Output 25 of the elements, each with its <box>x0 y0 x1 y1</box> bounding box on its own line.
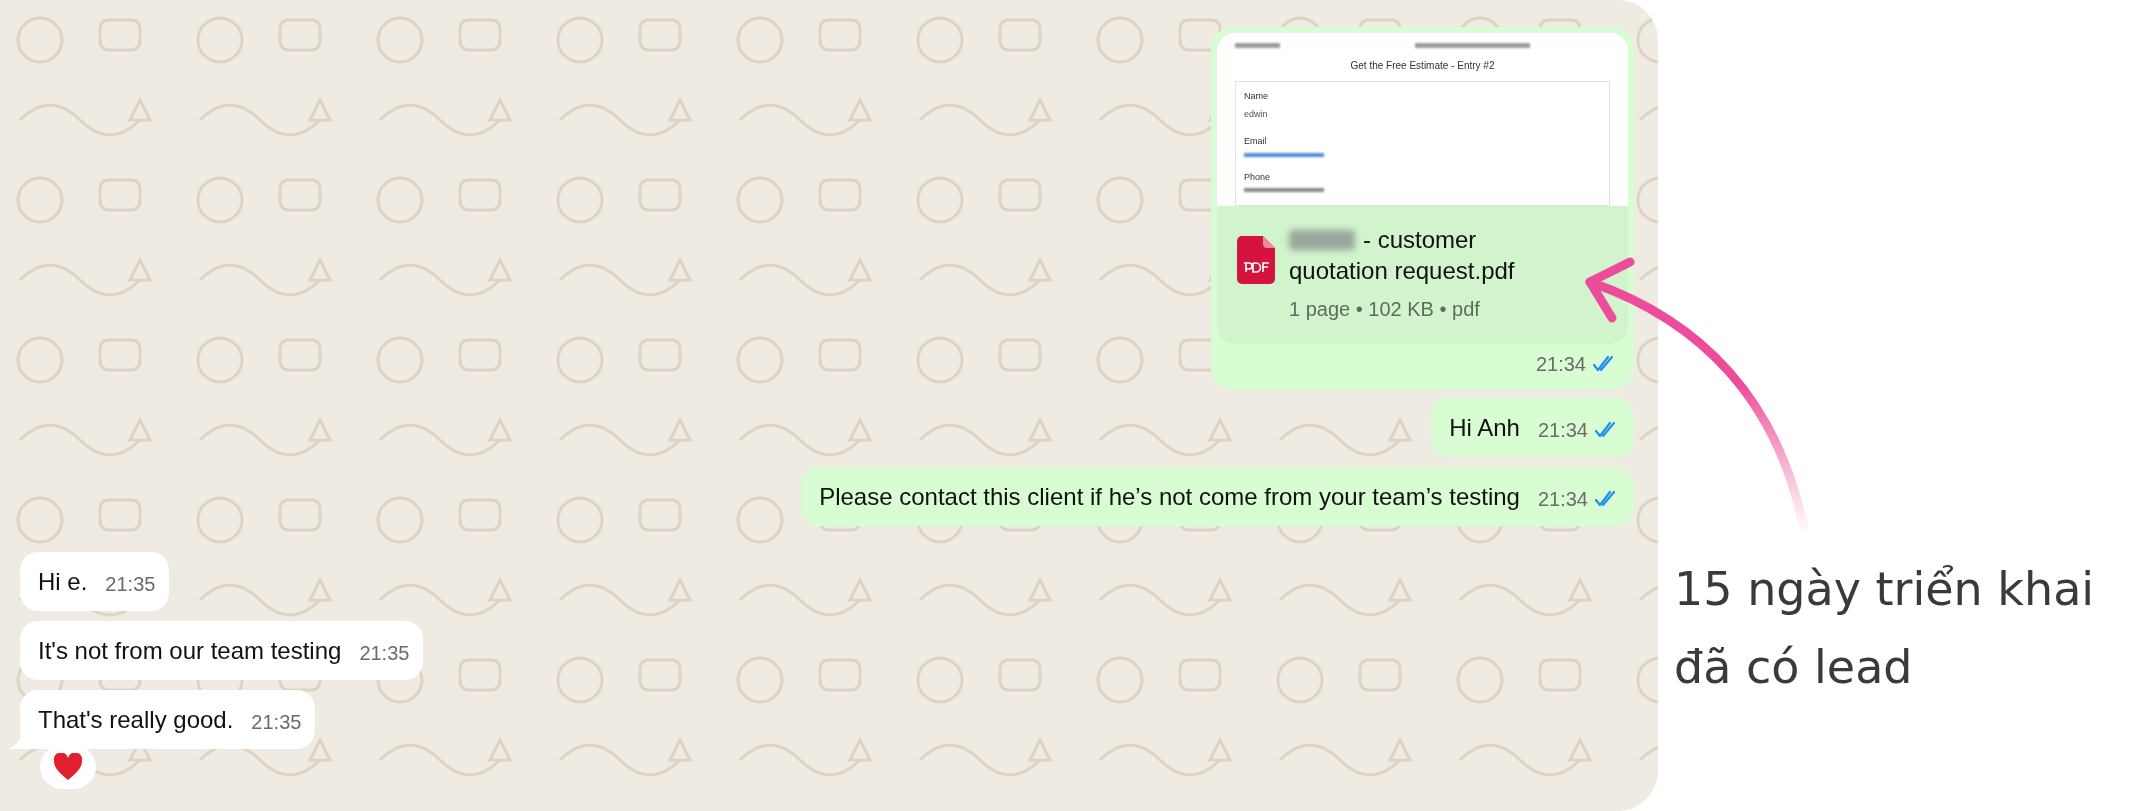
message-text: Please contact this client if he’s not come from your team’s testing <box>819 482 1520 512</box>
preview-title: Get the Free Estimate - Entry #2 <box>1349 59 1496 73</box>
message-text: That's really good. <box>38 705 234 735</box>
file-name: - customer <box>1363 225 1477 255</box>
annotation-text: 15 ngày triển khai <box>1674 561 2095 618</box>
message-text: It's not from our team testing <box>38 636 342 666</box>
message-time: 21:35 <box>251 710 302 735</box>
blurred-text <box>1289 229 1355 250</box>
field-label: Name <box>1244 90 1269 103</box>
pdf-file-icon <box>1237 236 1275 284</box>
file-details: 1 page • 102 KB • pdf <box>1289 297 1481 322</box>
message-time: 21:35 <box>105 572 156 597</box>
message-time: 21:34 <box>1537 487 1588 512</box>
message-time: 21:34 <box>1537 418 1588 443</box>
message-text: Hi e. <box>38 567 88 597</box>
heart-icon <box>53 753 83 781</box>
field-label: Phone <box>1244 170 1272 184</box>
message-time: 21:35 <box>359 641 410 666</box>
message-text: Hi Anh <box>1449 413 1520 443</box>
file-name: quotation request.pdf <box>1289 256 1515 286</box>
annotation-text: đã có lead <box>1674 639 1914 696</box>
message-time: 21:34 <box>1535 352 1586 377</box>
field-label: Email <box>1244 135 1268 148</box>
blurred-text <box>1235 43 1280 48</box>
field-value: edwin <box>1244 107 1269 121</box>
